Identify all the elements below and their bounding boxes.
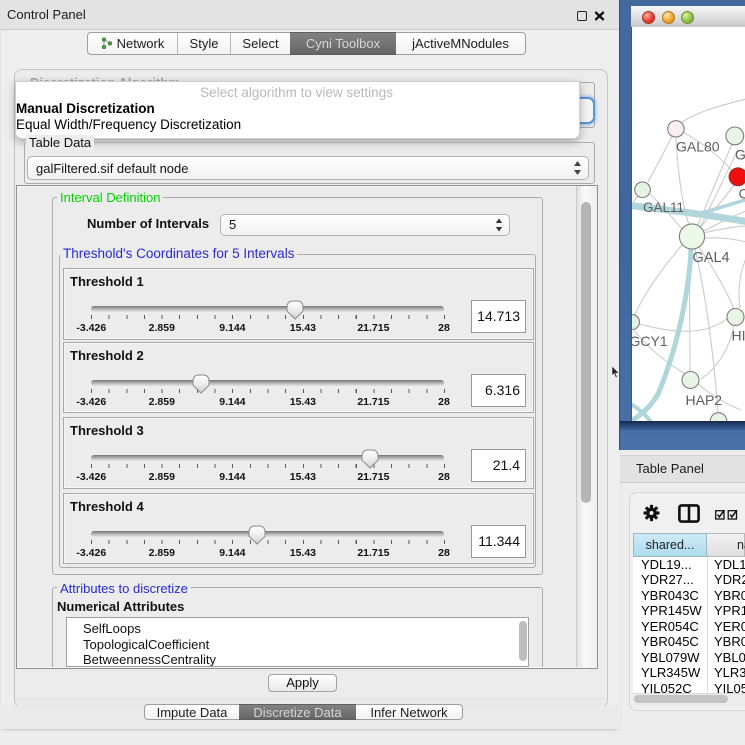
- svg-text:HAP2: HAP2: [686, 392, 723, 408]
- svg-text:GAL4: GAL4: [693, 250, 730, 266]
- svg-text:HI: HI: [732, 328, 745, 344]
- svg-text:GCY1: GCY1: [632, 333, 668, 349]
- svg-text:CY: CY: [739, 186, 745, 202]
- svg-text:GAL80: GAL80: [676, 139, 720, 155]
- svg-text:GAL11: GAL11: [643, 200, 684, 215]
- svg-text:GA: GA: [735, 147, 745, 163]
